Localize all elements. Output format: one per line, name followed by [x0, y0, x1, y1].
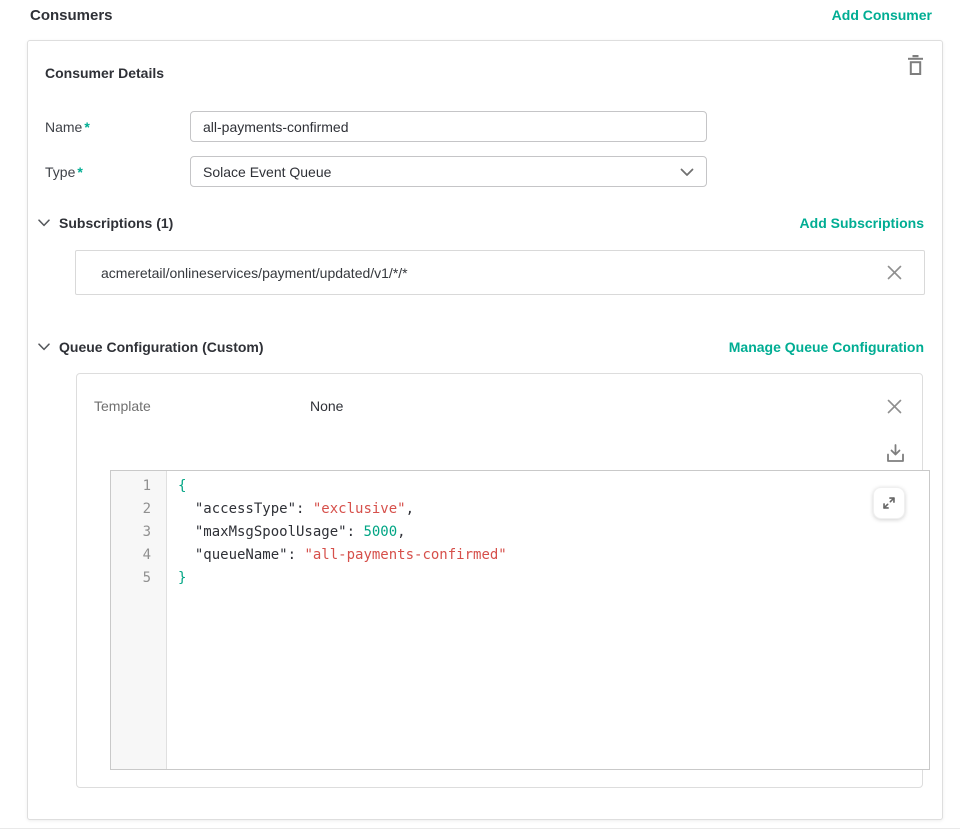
queue-config-panel: Template None — [76, 373, 923, 788]
chevron-down-icon — [38, 215, 50, 230]
card-title: Consumer Details — [45, 65, 164, 81]
remove-subscription-button[interactable] — [887, 265, 902, 280]
code-line: "accessType": "exclusive", — [178, 498, 929, 521]
editor-code[interactable]: { "accessType": "exclusive", "maxMsgSpoo… — [167, 471, 929, 769]
chevron-down-icon — [680, 164, 694, 180]
type-select[interactable]: Solace Event Queue — [190, 156, 707, 187]
line-number: 2 — [111, 498, 151, 521]
expand-editor-button[interactable] — [873, 487, 905, 519]
type-select-value: Solace Event Queue — [203, 164, 331, 180]
add-subscriptions-button[interactable]: Add Subscriptions — [800, 215, 924, 231]
type-label: Type* — [45, 164, 190, 180]
name-label: Name* — [45, 119, 190, 135]
queue-config-title: Queue Configuration (Custom) — [59, 339, 264, 355]
template-row: Template None — [94, 394, 909, 418]
line-number: 1 — [111, 475, 151, 498]
download-row — [94, 443, 909, 463]
line-number: 5 — [111, 567, 151, 590]
consumer-card: Consumer Details Name* Type* Solace Even… — [27, 40, 943, 820]
required-asterisk: * — [77, 164, 82, 180]
queue-config-collapse-button[interactable] — [34, 343, 54, 351]
line-number: 4 — [111, 544, 151, 567]
subscriptions-section-header: Subscriptions (1) Add Subscriptions — [34, 215, 924, 231]
code-line: { — [178, 475, 929, 498]
subscription-item: acmeretail/onlineservices/payment/update… — [75, 250, 925, 295]
page-header: Consumers Add Consumer — [0, 0, 960, 24]
download-icon — [886, 451, 905, 466]
add-consumer-button[interactable]: Add Consumer — [832, 7, 932, 23]
subscription-topic: acmeretail/onlineservices/payment/update… — [101, 265, 887, 281]
name-input[interactable] — [190, 111, 707, 142]
expand-icon — [880, 494, 898, 512]
type-field-row: Type* Solace Event Queue — [45, 156, 924, 187]
code-line: "maxMsgSpoolUsage": 5000, — [178, 521, 929, 544]
code-editor[interactable]: 12345 { "accessType": "exclusive", "maxM… — [110, 470, 930, 770]
template-value: None — [310, 398, 887, 414]
delete-consumer-button[interactable] — [907, 55, 924, 75]
line-number: 3 — [111, 521, 151, 544]
subscriptions-title: Subscriptions (1) — [59, 215, 173, 231]
manage-queue-config-button[interactable]: Manage Queue Configuration — [729, 339, 924, 355]
page-title: Consumers — [30, 7, 113, 24]
name-field-row: Name* — [45, 111, 924, 142]
required-asterisk: * — [84, 119, 89, 135]
template-label: Template — [94, 398, 310, 414]
subscriptions-collapse-button[interactable] — [34, 219, 54, 227]
bottom-divider — [0, 828, 960, 829]
clear-template-button[interactable] — [887, 399, 902, 414]
close-icon — [887, 268, 902, 283]
code-line: "queueName": "all-payments-confirmed" — [178, 544, 929, 567]
chevron-down-icon — [38, 339, 50, 354]
queue-config-section-header: Queue Configuration (Custom) Manage Queu… — [34, 339, 924, 355]
editor-gutter: 12345 — [111, 471, 167, 769]
trash-icon — [907, 63, 924, 78]
download-button[interactable] — [886, 443, 905, 463]
code-line: } — [178, 567, 929, 590]
close-icon — [887, 402, 902, 417]
